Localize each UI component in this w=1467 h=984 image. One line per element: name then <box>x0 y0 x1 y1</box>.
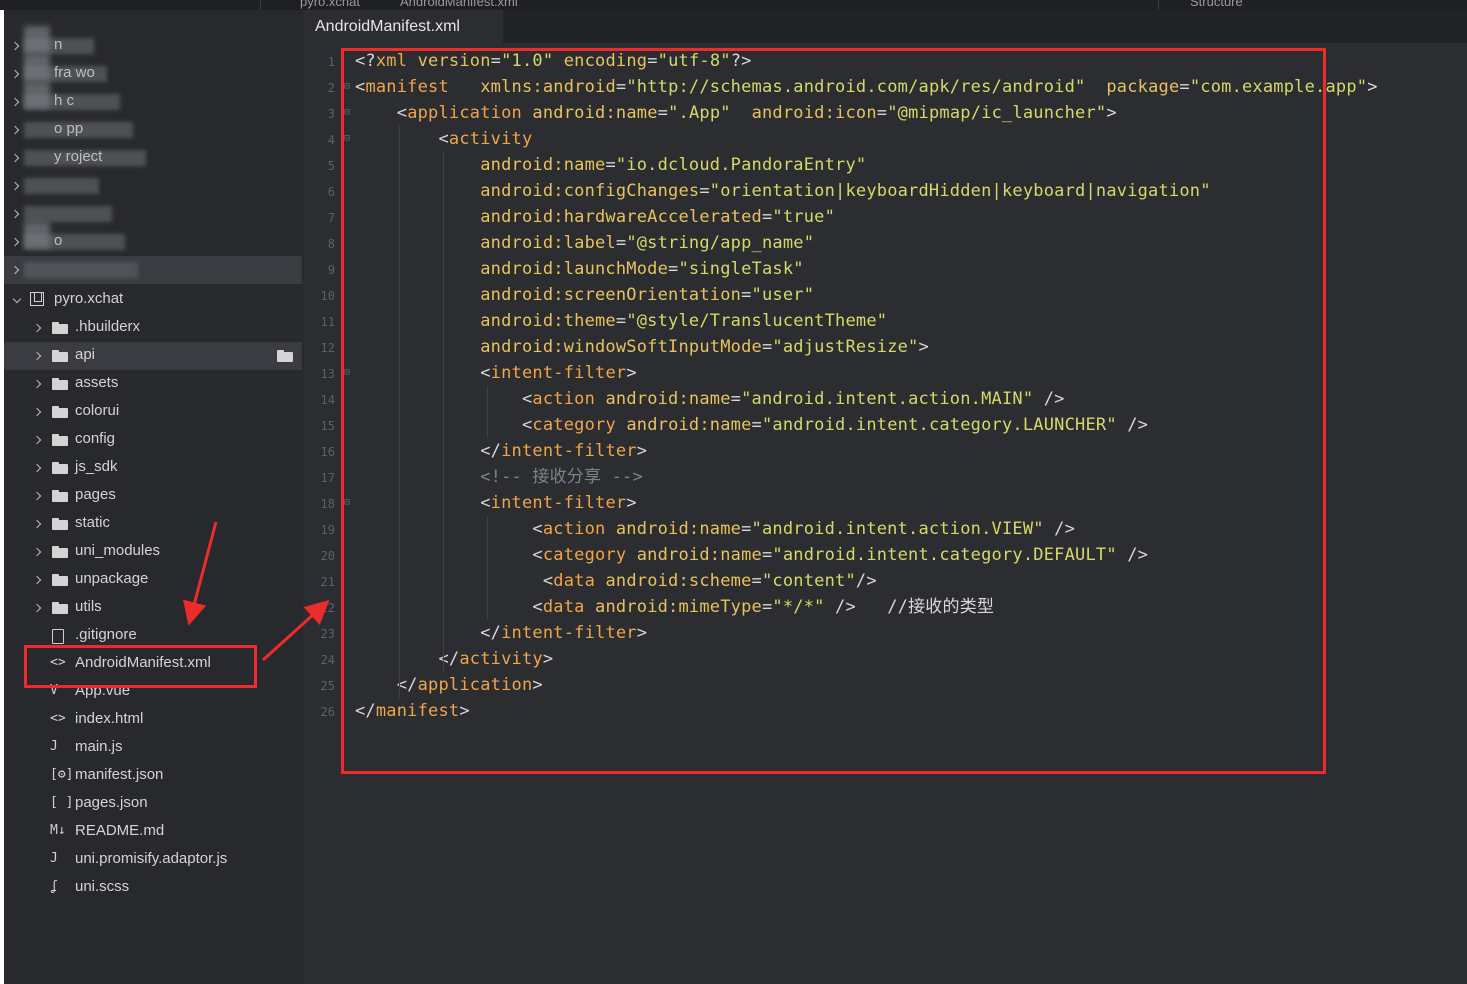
arrow-to-code <box>261 599 330 662</box>
fold-marker-icon[interactable]: ⊟ <box>344 107 350 118</box>
indent-guide <box>487 386 488 438</box>
indent-guide <box>399 126 400 698</box>
indent-guide <box>487 516 488 620</box>
fold-marker-icon[interactable]: ⊟ <box>344 497 350 508</box>
annotation-arrows <box>183 521 330 662</box>
fold-marker-icon[interactable]: ⊟ <box>344 81 350 92</box>
arrow-to-file <box>183 521 218 626</box>
fold-marker-icon[interactable]: ⊟ <box>344 367 350 378</box>
fold-marker-icon[interactable]: ⊟ <box>344 133 350 144</box>
indent-guide <box>443 152 444 672</box>
